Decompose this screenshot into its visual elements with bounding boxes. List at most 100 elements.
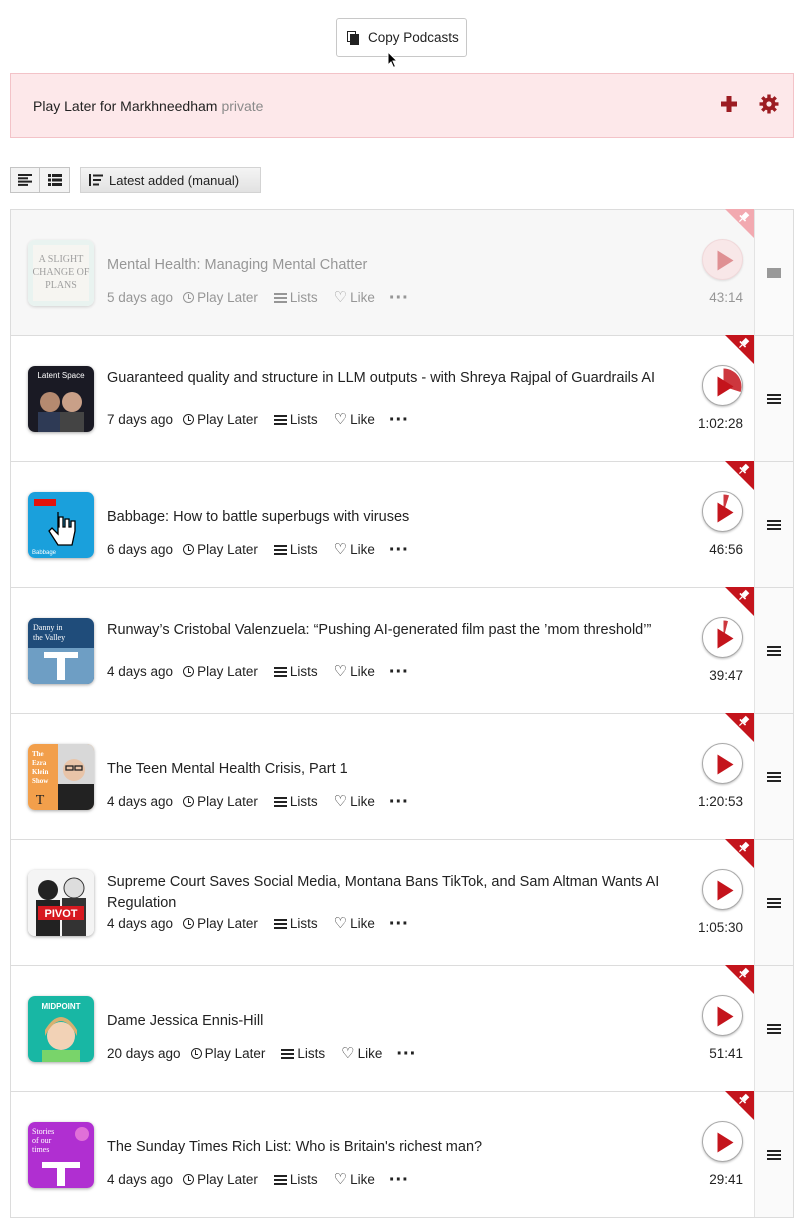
lists-button[interactable]: Lists xyxy=(273,542,318,557)
drag-handle[interactable] xyxy=(754,840,793,965)
episode-title[interactable]: Mental Health: Managing Mental Chatter xyxy=(107,255,677,276)
episode-title[interactable]: Guaranteed quality and structure in LLM … xyxy=(107,368,677,389)
like-button[interactable]: ♡ Like xyxy=(334,794,375,809)
play-later-button[interactable]: Play Later xyxy=(190,1046,265,1061)
more-options-icon[interactable]: ··· xyxy=(396,1044,416,1064)
episode-row[interactable]: Danny in the Valley Runway’s Cristobal V… xyxy=(10,587,794,714)
episode-title[interactable]: Runway’s Cristobal Valenzuela: “Pushing … xyxy=(107,620,677,641)
more-options-icon[interactable]: ··· xyxy=(389,792,409,812)
podcast-artwork[interactable]: MIDPOINT xyxy=(28,996,94,1062)
pin-icon[interactable] xyxy=(725,1091,754,1120)
episode-row[interactable]: Stories of our times The Sunday Times Ri… xyxy=(10,1091,794,1218)
heart-icon: ♡ xyxy=(341,1045,355,1062)
added-date: 4 days ago xyxy=(107,664,174,679)
play-later-button[interactable]: Play Later xyxy=(183,664,258,679)
play-button[interactable] xyxy=(702,491,743,532)
podcast-artwork[interactable]: Stories of our times xyxy=(28,1122,94,1188)
more-options-icon[interactable]: ··· xyxy=(389,1170,409,1190)
play-later-button[interactable]: Play Later xyxy=(183,290,258,305)
svg-text:PIVOT: PIVOT xyxy=(44,908,77,920)
episode-row[interactable]: Latent Space Guaranteed quality and stru… xyxy=(10,335,794,462)
more-options-icon[interactable]: ··· xyxy=(389,914,409,934)
podcast-artwork[interactable]: The Ezra Klein Show T xyxy=(28,744,94,810)
play-later-button[interactable]: Play Later xyxy=(183,1172,258,1187)
play-later-button[interactable]: Play Later xyxy=(183,412,258,427)
pin-icon[interactable] xyxy=(725,461,754,490)
lists-button[interactable]: Lists xyxy=(273,794,318,809)
sort-order-button[interactable]: Latest added (manual) xyxy=(80,167,261,193)
lists-icon xyxy=(281,1048,295,1059)
lists-button[interactable]: Lists xyxy=(273,916,318,931)
episode-row[interactable]: The Ezra Klein Show T The Teen Mental He… xyxy=(10,713,794,840)
play-button[interactable] xyxy=(702,617,743,658)
play-button[interactable] xyxy=(702,743,743,784)
episode-row[interactable]: Babbage Babbage: How to battle superbugs… xyxy=(10,461,794,588)
like-button[interactable]: ♡ Like xyxy=(334,412,375,427)
pin-icon[interactable] xyxy=(725,209,754,238)
drag-handle[interactable] xyxy=(754,210,793,335)
like-button[interactable]: ♡ Like xyxy=(334,664,375,679)
episode-title[interactable]: Supreme Court Saves Social Media, Montan… xyxy=(107,872,677,914)
svg-text:the Valley: the Valley xyxy=(33,633,65,642)
drag-handle[interactable] xyxy=(754,966,793,1091)
drag-handle[interactable] xyxy=(754,588,793,713)
episode-title[interactable]: Babbage: How to battle superbugs with vi… xyxy=(107,507,677,528)
play-button[interactable] xyxy=(702,995,743,1036)
play-button[interactable] xyxy=(702,365,743,406)
heart-icon: ♡ xyxy=(333,915,348,932)
episode-title[interactable]: The Teen Mental Health Crisis, Part 1 xyxy=(107,759,677,780)
svg-text:The: The xyxy=(32,750,44,758)
podcast-artwork[interactable]: Babbage xyxy=(28,492,94,558)
like-button[interactable]: ♡ Like xyxy=(334,290,375,305)
podcast-artwork[interactable]: A SLIGHT CHANGE OF PLANS xyxy=(28,240,94,306)
pin-icon[interactable] xyxy=(725,587,754,616)
episode-title[interactable]: The Sunday Times Rich List: Who is Brita… xyxy=(107,1137,677,1158)
like-button[interactable]: ♡ Like xyxy=(334,916,375,931)
lists-button[interactable]: Lists xyxy=(273,290,318,305)
more-options-icon[interactable]: ··· xyxy=(389,288,409,308)
more-options-icon[interactable]: ··· xyxy=(389,662,409,682)
lists-label: Lists xyxy=(289,1172,318,1187)
pin-icon[interactable] xyxy=(725,965,754,994)
like-button[interactable]: ♡ Like xyxy=(334,542,375,557)
more-options-icon[interactable]: ··· xyxy=(389,540,409,560)
settings-gear-icon[interactable] xyxy=(759,94,779,114)
drag-handle[interactable] xyxy=(754,1092,793,1217)
compact-view-button[interactable] xyxy=(10,167,40,193)
like-button[interactable]: ♡ Like xyxy=(341,1046,382,1061)
more-options-icon[interactable]: ··· xyxy=(389,410,409,430)
detailed-view-button[interactable] xyxy=(40,167,70,193)
add-icon[interactable] xyxy=(719,94,739,114)
play-button[interactable] xyxy=(702,1121,743,1162)
svg-text:CHANGE OF: CHANGE OF xyxy=(33,267,90,278)
lists-button[interactable]: Lists xyxy=(273,664,318,679)
copy-podcasts-button[interactable]: Copy Podcasts xyxy=(336,18,467,57)
play-button[interactable] xyxy=(702,869,743,910)
episode-row[interactable]: MIDPOINT Dame Jessica Ennis-Hill 20 days… xyxy=(10,965,794,1092)
play-later-button[interactable]: Play Later xyxy=(183,794,258,809)
play-later-button[interactable]: Play Later xyxy=(183,916,258,931)
mouse-cursor-icon xyxy=(387,51,399,69)
clock-icon xyxy=(183,414,195,425)
play-later-button[interactable]: Play Later xyxy=(183,542,258,557)
episode-row[interactable]: A SLIGHT CHANGE OF PLANS Mental Health: … xyxy=(10,209,794,336)
added-date: 6 days ago xyxy=(107,542,174,557)
drag-handle-icon xyxy=(767,1023,781,1034)
drag-handle[interactable] xyxy=(754,336,793,461)
pin-icon[interactable] xyxy=(725,713,754,742)
lists-button[interactable]: Lists xyxy=(273,412,318,427)
episode-row[interactable]: PIVOT Supreme Court Saves Social Media, … xyxy=(10,839,794,966)
pin-icon[interactable] xyxy=(725,839,754,868)
like-button[interactable]: ♡ Like xyxy=(334,1172,375,1187)
drag-handle[interactable] xyxy=(754,462,793,587)
pin-icon[interactable] xyxy=(725,335,754,364)
podcast-artwork[interactable]: PIVOT xyxy=(28,870,94,936)
episode-title[interactable]: Dame Jessica Ennis-Hill xyxy=(107,1011,677,1032)
drag-handle-icon xyxy=(767,771,781,782)
podcast-artwork[interactable]: Danny in the Valley xyxy=(28,618,94,684)
play-button[interactable] xyxy=(702,239,743,280)
lists-button[interactable]: Lists xyxy=(281,1046,325,1061)
drag-handle[interactable] xyxy=(754,714,793,839)
lists-button[interactable]: Lists xyxy=(273,1172,318,1187)
podcast-artwork[interactable]: Latent Space xyxy=(28,366,94,432)
